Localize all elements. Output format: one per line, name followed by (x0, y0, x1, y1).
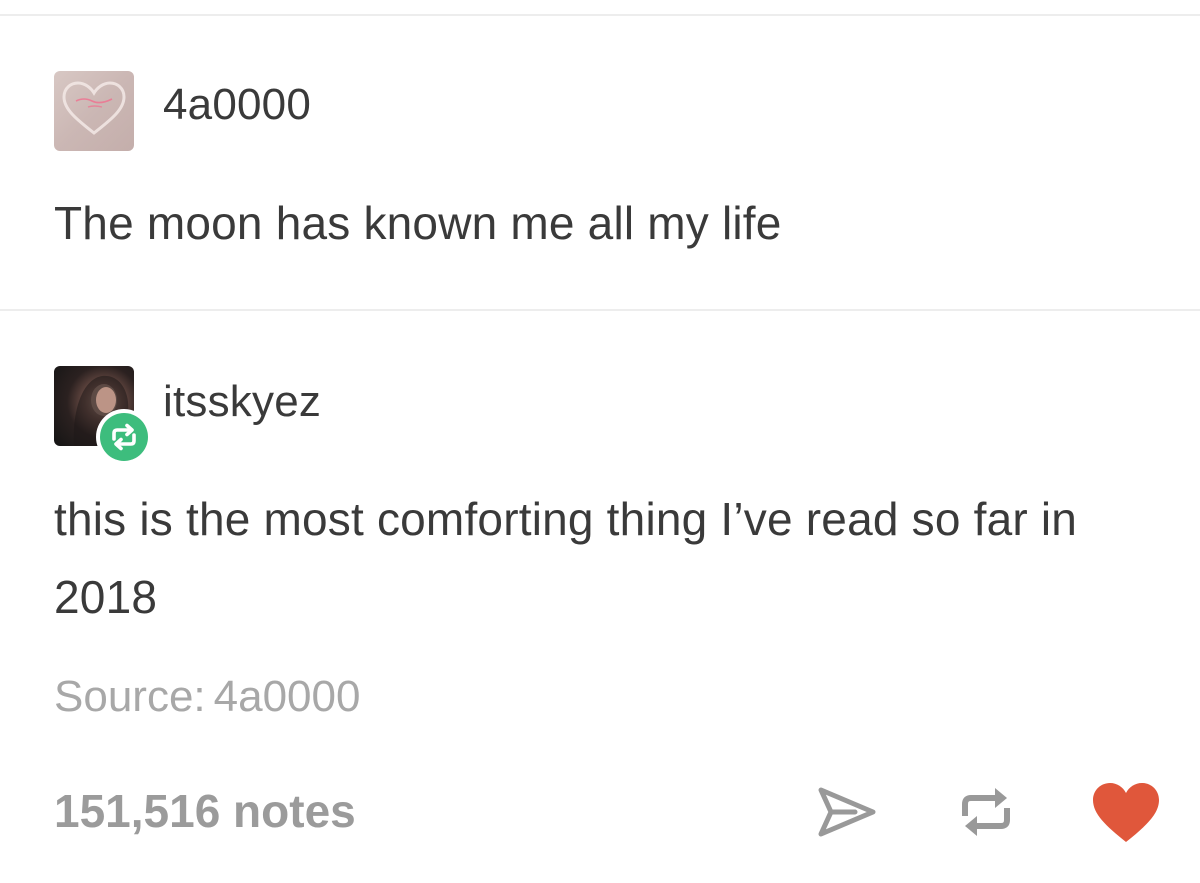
reblog-button[interactable] (953, 780, 1019, 844)
source-line: Source: 4a0000 (54, 672, 360, 722)
share-icon (818, 787, 876, 837)
reblog-comment: this is the most comforting thing I’ve r… (54, 493, 1078, 623)
heart-neon-icon (62, 81, 126, 135)
reblog-icon (112, 423, 136, 451)
reblog-badge (96, 409, 152, 465)
avatar-4a0000[interactable] (54, 71, 134, 151)
source-link[interactable]: 4a0000 (214, 672, 361, 721)
like-button[interactable] (1090, 780, 1162, 846)
top-divider (0, 14, 1200, 16)
reblog-icon (962, 788, 1010, 836)
notes-count[interactable]: 151,516 notes (54, 784, 356, 838)
post-body: The moon has known me all my life (54, 197, 782, 249)
reblog-divider (0, 309, 1200, 311)
heart-icon (1093, 783, 1159, 842)
username[interactable]: 4a0000 (163, 80, 311, 130)
post-card: 4a0000 The moon has known me all my life… (0, 0, 1200, 883)
share-button[interactable] (815, 784, 879, 840)
source-label: Source: (54, 672, 206, 721)
username[interactable]: itsskyez (163, 377, 321, 427)
